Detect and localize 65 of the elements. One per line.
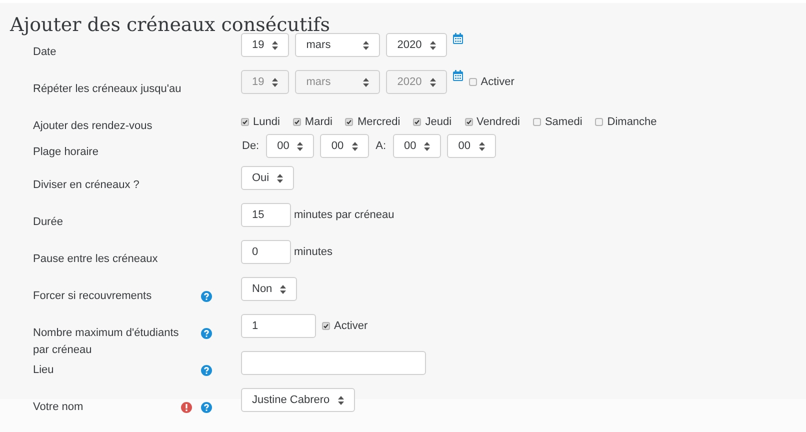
- checkbox[interactable]: Samedi: [532, 114, 582, 130]
- select-field[interactable]: Non: [241, 277, 298, 301]
- time-label: A:: [376, 138, 386, 154]
- caret-icon: [338, 396, 344, 404]
- caret-icon: [363, 78, 370, 86]
- unit-label: minutes par créneau: [294, 208, 394, 223]
- input-field[interactable]: [241, 351, 426, 375]
- error-icon: [181, 402, 192, 413]
- checkbox[interactable]: Vendredi: [464, 114, 520, 130]
- input-field[interactable]: 1: [241, 314, 316, 338]
- checkbox[interactable]: Activer: [322, 318, 368, 334]
- checkbox-icon[interactable]: [595, 118, 604, 126]
- select-field[interactable]: 00: [393, 134, 442, 158]
- field-label: Plage horaire: [33, 145, 98, 160]
- select-field[interactable]: 00: [320, 134, 369, 158]
- caret-icon: [272, 78, 278, 86]
- caret-icon: [478, 142, 485, 150]
- field-label: Ajouter des rendez-vous: [33, 119, 152, 134]
- caret-icon: [277, 174, 284, 182]
- caret-icon: [352, 142, 358, 150]
- checkbox-icon[interactable]: [241, 118, 249, 126]
- field-label: Lieu: [33, 363, 54, 378]
- checkbox[interactable]: Jeudi: [413, 114, 452, 130]
- caret-icon: [363, 40, 370, 50]
- help-icon[interactable]: [201, 291, 212, 302]
- select-field[interactable]: mars: [295, 33, 380, 57]
- help-icon[interactable]: [201, 365, 212, 376]
- checkbox-icon[interactable]: [345, 118, 354, 126]
- caret-icon: [280, 284, 286, 294]
- caret-icon: [297, 142, 304, 150]
- checkbox[interactable]: Mardi: [292, 114, 332, 130]
- checkbox-icon[interactable]: [292, 118, 301, 126]
- checkbox[interactable]: Activer: [468, 74, 514, 90]
- field-label: Date: [33, 45, 56, 60]
- input-field[interactable]: 15: [241, 203, 291, 227]
- select-field[interactable]: 00: [447, 134, 496, 158]
- checkbox-icon[interactable]: [532, 118, 541, 126]
- help-icon[interactable]: [201, 328, 212, 339]
- caret-icon: [424, 142, 430, 150]
- input-field[interactable]: 0: [241, 240, 291, 264]
- select-field[interactable]: 00: [266, 134, 314, 158]
- field-label: Durée: [33, 215, 63, 230]
- help-icon[interactable]: [201, 402, 212, 413]
- checkbox-icon[interactable]: [413, 118, 422, 126]
- field-label: Diviser en créneaux ?: [33, 178, 140, 193]
- checkbox[interactable]: Dimanche: [595, 114, 657, 130]
- checkbox[interactable]: Mercredi: [345, 114, 400, 130]
- checkbox-icon[interactable]: [464, 118, 473, 126]
- checkbox[interactable]: Lundi: [241, 114, 280, 130]
- checkbox-icon[interactable]: [322, 322, 330, 330]
- unit-label: minutes: [294, 244, 333, 260]
- field-label: Nombre maximum d'étudiants par créneau: [33, 326, 180, 358]
- select-field[interactable]: 2020: [386, 33, 447, 57]
- caret-icon: [272, 40, 278, 50]
- field-label: Votre nom: [33, 400, 84, 415]
- caret-icon: [430, 78, 436, 86]
- caret-icon: [430, 40, 436, 50]
- field-label: Forcer si recouvrements: [33, 289, 152, 304]
- time-label: De:: [242, 138, 260, 154]
- calendar-icon[interactable]: [452, 70, 463, 81]
- checkbox-icon[interactable]: [468, 78, 477, 86]
- select-field[interactable]: Oui: [241, 166, 294, 190]
- field-label: Répéter les créneaux jusqu'au: [33, 82, 182, 97]
- field-label: Pause entre les créneaux: [33, 252, 158, 267]
- select-field[interactable]: Justine Cabrero: [241, 388, 355, 412]
